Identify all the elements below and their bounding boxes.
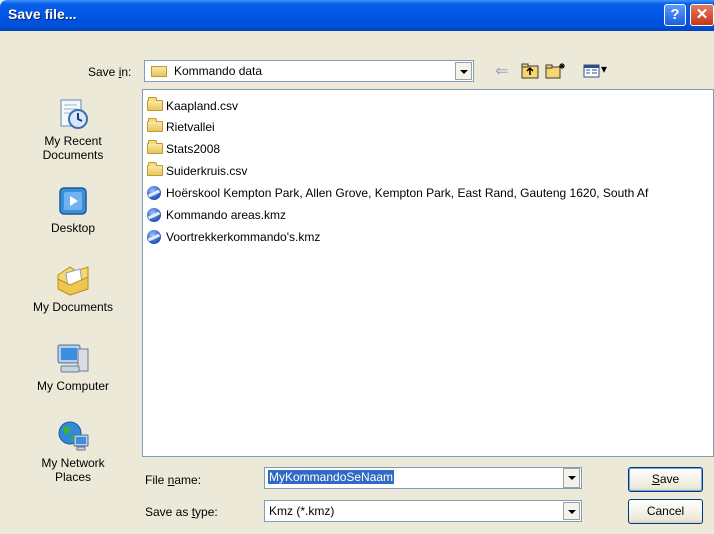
view-menu-icon[interactable]: ▾	[583, 62, 609, 80]
file-name-dropdown-button[interactable]	[561, 467, 581, 489]
place-my-computer[interactable]: My Computer	[12, 342, 134, 393]
chevron-down-icon	[563, 468, 580, 488]
save-as-type-label: Save as type:	[145, 505, 218, 519]
save-in-dropdown[interactable]: Kommando data	[144, 60, 474, 82]
folder-icon	[147, 97, 163, 111]
place-label: Desktop	[50, 221, 96, 235]
chevron-down-icon[interactable]	[563, 502, 580, 520]
file-list[interactable]: Kaapland.csv Rietvallei Stats2008 Suider…	[142, 89, 714, 457]
file-name-value: MyKommandoSeNaam	[268, 470, 395, 484]
file-name-label: File name:	[145, 473, 202, 487]
place-label: My Network Places	[41, 456, 105, 484]
cancel-button[interactable]: Cancel	[628, 499, 703, 524]
back-arrow-icon[interactable]: ⇐	[494, 62, 514, 80]
file-name-input[interactable]: MyKommandoSeNaam	[264, 467, 582, 489]
dialog-title: Save file...	[8, 6, 77, 22]
close-button[interactable]: ✕	[690, 4, 714, 26]
save-file-dialog: Save file... ? ✕ Save in: Kommando data …	[0, 0, 714, 534]
new-folder-icon[interactable]	[545, 62, 565, 80]
places-bar: My Recent Documents Desktop My Documents…	[12, 89, 134, 527]
place-label: My Documents	[32, 300, 114, 314]
chevron-down-icon[interactable]	[455, 62, 472, 80]
kmz-file-icon	[147, 208, 161, 222]
place-label: My Computer	[36, 379, 110, 393]
folder-icon	[147, 140, 163, 154]
close-icon: ✕	[695, 6, 709, 23]
save-button[interactable]: Save	[628, 467, 703, 492]
place-my-recent-documents[interactable]: My Recent Documents	[12, 97, 134, 162]
save-in-label: Save in:	[88, 65, 132, 79]
my-documents-icon	[56, 263, 90, 297]
help-button[interactable]: ?	[664, 4, 686, 26]
place-desktop[interactable]: Desktop	[12, 184, 134, 235]
place-my-network-places[interactable]: My Network Places	[12, 419, 134, 484]
help-icon: ?	[670, 6, 680, 23]
my-network-places-icon	[56, 419, 90, 453]
my-computer-icon	[56, 342, 90, 376]
up-folder-icon[interactable]	[521, 62, 541, 80]
title-bar[interactable]: Save file... ? ✕	[0, 0, 714, 31]
save-in-value: Kommando data	[174, 64, 263, 78]
my-recent-documents-icon	[56, 97, 90, 131]
folder-icon	[151, 66, 167, 77]
kmz-file-icon	[147, 230, 161, 244]
folder-icon	[147, 162, 163, 176]
desktop-icon	[56, 184, 90, 218]
place-label: My Recent Documents	[42, 134, 104, 162]
save-as-type-value: Kmz (*.kmz)	[269, 504, 335, 518]
save-as-type-dropdown[interactable]: Kmz (*.kmz)	[264, 500, 582, 522]
kmz-file-icon	[147, 186, 161, 200]
place-my-documents[interactable]: My Documents	[12, 263, 134, 314]
folder-icon	[147, 118, 163, 132]
